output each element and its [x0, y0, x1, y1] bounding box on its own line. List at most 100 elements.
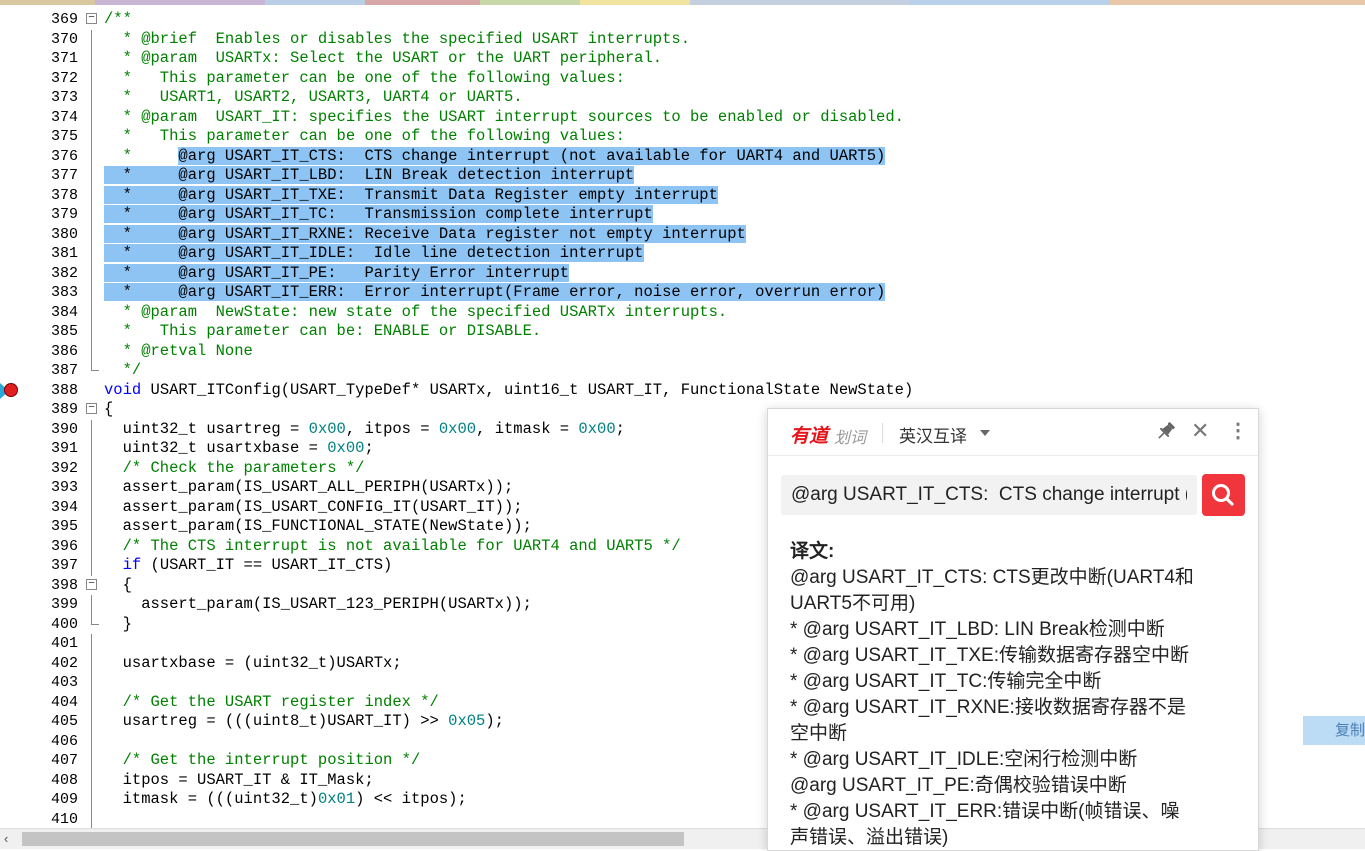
code-line[interactable]: 374 * @param USART_IT: specifies the USA…: [0, 107, 1365, 128]
code-token: USART_ITConfig(USART_TypeDef* USARTx, ui…: [141, 380, 914, 399]
code-text[interactable]: void USART_ITConfig(USART_TypeDef* USART…: [104, 381, 913, 401]
code-line[interactable]: 372 * This parameter can be one of the f…: [0, 68, 1365, 89]
code-text[interactable]: }: [104, 615, 132, 635]
code-text[interactable]: * @param USARTx: Select the USART or the…: [104, 49, 663, 69]
code-text[interactable]: * This parameter can be: ENABLE or DISAB…: [104, 322, 542, 342]
code-text[interactable]: /* Get the USART register index */: [104, 693, 439, 713]
search-field[interactable]: [781, 475, 1197, 515]
tab-color-6[interactable]: [580, 0, 690, 5]
code-line[interactable]: 379 * @arg USART_IT_TC: Transmission com…: [0, 205, 1365, 225]
code-text[interactable]: usartxbase = (uint32_t)USARTx;: [104, 654, 402, 674]
query-input[interactable]: [781, 475, 1197, 515]
pin-icon[interactable]: [1154, 419, 1178, 443]
code-line[interactable]: 387 */: [0, 361, 1365, 381]
code-text[interactable]: * @arg USART_IT_TC: Transmission complet…: [104, 205, 653, 225]
code-line[interactable]: 383 * @arg USART_IT_ERR: Error interrupt…: [0, 283, 1365, 303]
code-token: * This parameter can be one of the follo…: [104, 127, 625, 145]
breakpoint-icon[interactable]: [4, 382, 18, 397]
tab-strip: [0, 0, 1365, 5]
code-text[interactable]: * @arg USART_IT_PE: Parity Error interru…: [104, 263, 570, 284]
chevron-down-icon[interactable]: [980, 430, 990, 436]
fold-guide: [91, 790, 92, 810]
code-text[interactable]: uint32_t usartxbase = 0x00;: [104, 439, 374, 459]
code-text[interactable]: assert_param(IS_USART_ALL_PERIPH(USARTx)…: [104, 478, 514, 498]
code-text[interactable]: itmask = (((uint32_t)0x01) << itpos);: [104, 790, 467, 810]
code-line[interactable]: 381 * @arg USART_IT_IDLE: Idle line dete…: [0, 244, 1365, 264]
code-line[interactable]: 371 * @param USARTx: Select the USART or…: [0, 49, 1365, 69]
code-text[interactable]: * USART1, USART2, USART3, UART4 or UART5…: [104, 88, 523, 108]
code-text[interactable]: */: [104, 361, 142, 381]
code-text[interactable]: * @arg USART_IT_IDLE: Idle line detectio…: [104, 244, 644, 264]
fold-guide: [91, 536, 92, 556]
code-text[interactable]: * @brief Enables or disables the specifi…: [104, 30, 690, 50]
code-text[interactable]: uint32_t usartreg = 0x00, itpos = 0x00, …: [104, 420, 625, 440]
code-line[interactable]: 380 * @arg USART_IT_RXNE: Receive Data r…: [0, 224, 1365, 245]
fold-guide: [91, 166, 92, 186]
code-text[interactable]: /**: [104, 10, 132, 30]
search-button[interactable]: [1202, 474, 1245, 516]
code-line[interactable]: 375 * This parameter can be one of the f…: [0, 127, 1365, 147]
line-number: 406: [50, 732, 78, 750]
close-icon[interactable]: ✕: [1191, 419, 1209, 443]
line-number: 395: [50, 518, 78, 535]
code-text[interactable]: /* The CTS interrupt is not available fo…: [104, 537, 681, 557]
code-text[interactable]: * This parameter can be one of the follo…: [104, 127, 625, 147]
code-line[interactable]: 369−/**: [0, 10, 1365, 30]
code-text[interactable]: /* Check the parameters */: [104, 459, 365, 479]
code-line[interactable]: 370 * @brief Enables or disables the spe…: [0, 29, 1365, 50]
code-line[interactable]: 376 * @arg USART_IT_CTS: CTS change inte…: [0, 146, 1365, 167]
fold-guide: [91, 88, 92, 108]
code-text[interactable]: * @arg USART_IT_CTS: CTS change interrup…: [104, 146, 886, 167]
code-token: 0x01: [317, 790, 356, 808]
code-text[interactable]: * @retval None: [104, 342, 253, 362]
code-line[interactable]: 386 * @retval None: [0, 341, 1365, 362]
code-line[interactable]: 378 * @arg USART_IT_TXE: Transmit Data R…: [0, 185, 1365, 206]
copy-button[interactable]: 复制: [1303, 716, 1365, 745]
tab-color-9[interactable]: [1110, 0, 1365, 5]
code-token: * @retval None: [104, 341, 253, 360]
code-text[interactable]: * @arg USART_IT_TXE: Transmit Data Regis…: [104, 185, 718, 206]
fold-toggle-icon[interactable]: −: [86, 578, 97, 590]
line-number: 372: [50, 69, 78, 87]
tab-color-4[interactable]: [365, 0, 480, 5]
line-number: 396: [50, 537, 78, 555]
code-text[interactable]: if (USART_IT == USART_IT_CTS): [104, 556, 393, 576]
code-line[interactable]: 388 void USART_ITConfig(USART_TypeDef* US…: [0, 381, 1365, 401]
tab-color-5[interactable]: [480, 0, 580, 5]
code-line[interactable]: 377 * @arg USART_IT_LBD: LIN Break detec…: [0, 166, 1365, 186]
code-line[interactable]: 382 * @arg USART_IT_PE: Parity Error int…: [0, 263, 1365, 284]
code-text[interactable]: * This parameter can be one of the follo…: [104, 69, 625, 89]
fold-toggle-icon[interactable]: −: [86, 13, 97, 24]
line-number: 397: [50, 557, 78, 574]
scroll-left-icon[interactable]: ‹: [4, 831, 8, 846]
tab-color-8[interactable]: [910, 0, 1110, 5]
code-text[interactable]: /* Get the interrupt position */: [104, 751, 421, 771]
line-number: 373: [50, 89, 78, 106]
code-text[interactable]: * @arg USART_IT_LBD: LIN Break detection…: [104, 166, 635, 186]
search-icon: [1212, 484, 1234, 506]
code-text[interactable]: {: [104, 400, 113, 420]
code-line[interactable]: 385 * This parameter can be: ENABLE or D…: [0, 322, 1365, 342]
code-text[interactable]: {: [104, 576, 132, 596]
more-vertical-icon[interactable]: ⋮: [1228, 419, 1248, 443]
code-text[interactable]: assert_param(IS_USART_123_PERIPH(USARTx)…: [104, 595, 532, 615]
code-text[interactable]: itpos = USART_IT & IT_Mask;: [104, 771, 374, 791]
code-token: assert_param(IS_USART_ALL_PERIPH(USARTx)…: [104, 478, 514, 496]
code-text[interactable]: * @arg USART_IT_ERR: Error interrupt(Fra…: [104, 283, 886, 303]
fold-guide: [91, 302, 92, 322]
code-text[interactable]: * @param USART_IT: specifies the USART i…: [104, 108, 904, 128]
code-line[interactable]: 373 * USART1, USART2, USART3, UART4 or U…: [0, 88, 1365, 108]
code-token: ) << itpos);: [355, 790, 467, 808]
code-line[interactable]: 384 * @param NewState: new state of the …: [0, 302, 1365, 323]
code-text[interactable]: assert_param(IS_USART_CONFIG_IT(USART_IT…: [104, 498, 523, 518]
code-text[interactable]: * @param NewState: new state of the spec…: [104, 303, 728, 323]
fold-toggle-icon[interactable]: −: [86, 403, 97, 414]
tab-color-3[interactable]: [265, 0, 365, 5]
tab-color-7[interactable]: [690, 0, 910, 5]
language-selector[interactable]: 英汉互译: [899, 422, 967, 447]
code-text[interactable]: assert_param(IS_FUNCTIONAL_STATE(NewStat…: [104, 517, 532, 537]
code-text[interactable]: usartreg = (((uint8_t)USART_IT) >> 0x05)…: [104, 712, 504, 732]
code-text[interactable]: * @arg USART_IT_RXNE: Receive Data regis…: [104, 224, 746, 245]
scrollbar-thumb[interactable]: [22, 832, 684, 846]
tab-color-2[interactable]: [95, 0, 265, 5]
